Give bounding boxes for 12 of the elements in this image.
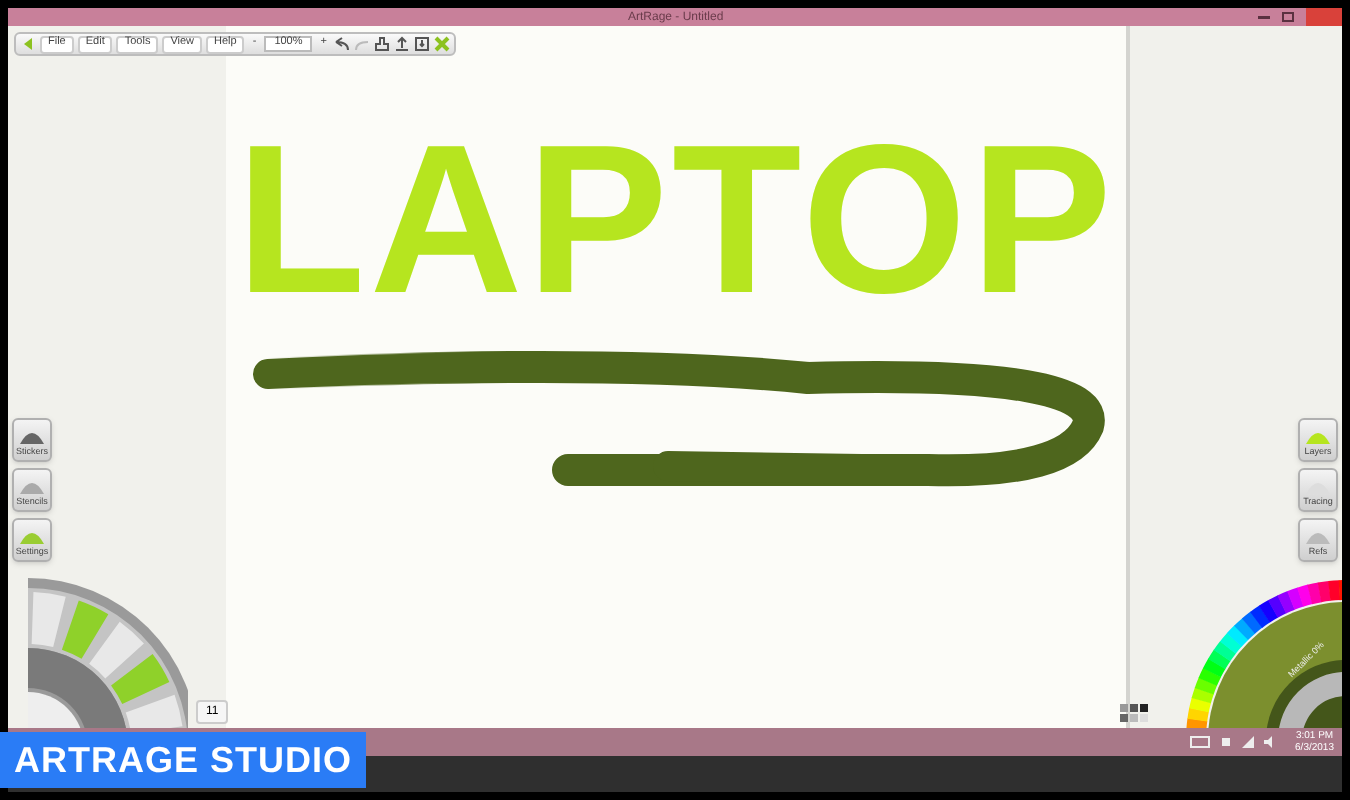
app-logo-icon[interactable]	[20, 36, 36, 52]
caption-banner: ARTRAGE STUDIO	[0, 732, 366, 788]
volume-icon[interactable]	[1263, 736, 1274, 748]
minimize-icon[interactable]	[1258, 15, 1270, 19]
download-icon[interactable]	[414, 36, 431, 52]
keyboard-icon[interactable]	[1189, 736, 1210, 748]
painted-text: LAPTOP	[236, 114, 1116, 326]
signal-icon[interactable]	[1241, 736, 1254, 748]
upload-icon[interactable]	[394, 36, 411, 52]
maximize-icon[interactable]	[1282, 12, 1294, 22]
undo-icon[interactable]	[334, 36, 351, 52]
swatch-icon[interactable]	[1120, 704, 1148, 724]
